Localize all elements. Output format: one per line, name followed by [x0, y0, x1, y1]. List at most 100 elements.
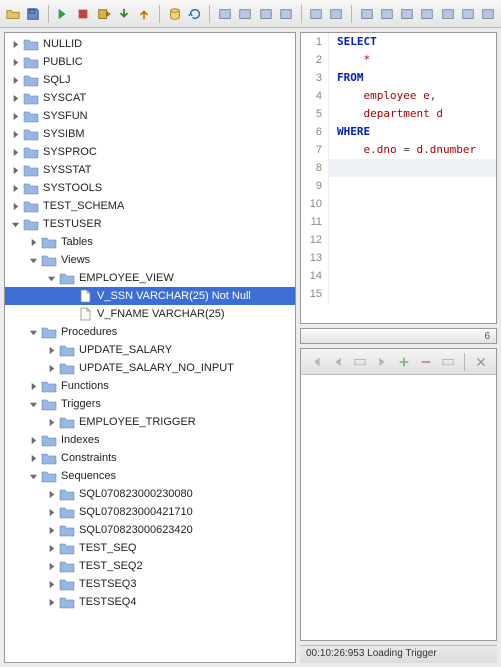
prev-icon[interactable]: [329, 353, 347, 371]
tree-item[interactable]: TESTSEQ3: [5, 575, 295, 593]
code-line[interactable]: 8: [301, 159, 496, 177]
run-in-icon[interactable]: [55, 5, 72, 23]
editor-scrollbar[interactable]: 6: [300, 328, 497, 344]
tree-item[interactable]: Indexes: [5, 431, 295, 449]
disclosure-closed-icon[interactable]: [45, 416, 57, 428]
disclosure-closed-icon[interactable]: [9, 128, 21, 140]
disclosure-closed-icon[interactable]: [45, 596, 57, 608]
disclosure-open-icon[interactable]: [45, 272, 57, 284]
code-line[interactable]: 1SELECT: [301, 33, 496, 51]
result-text-icon[interactable]: [328, 5, 345, 23]
disclosure-closed-icon[interactable]: [9, 182, 21, 194]
disclosure-closed-icon[interactable]: [27, 236, 39, 248]
code-content[interactable]: FROM: [329, 69, 364, 87]
disclosure-open-icon[interactable]: [27, 254, 39, 266]
tree-item[interactable]: Procedures: [5, 323, 295, 341]
code-line[interactable]: 15: [301, 285, 496, 303]
tree-item[interactable]: Functions: [5, 377, 295, 395]
tree-item[interactable]: SQL070823000421710: [5, 503, 295, 521]
tree-item[interactable]: TESTUSER: [5, 215, 295, 233]
code-line[interactable]: 10: [301, 195, 496, 213]
code-line[interactable]: 4 employee e,: [301, 87, 496, 105]
disclosure-closed-icon[interactable]: [45, 362, 57, 374]
layout4-icon[interactable]: [419, 5, 436, 23]
code-line[interactable]: 2 *: [301, 51, 496, 69]
code-content[interactable]: [329, 177, 337, 195]
tree-item[interactable]: Triggers: [5, 395, 295, 413]
results-grid[interactable]: [301, 375, 496, 640]
tree-item[interactable]: TEST_SEQ2: [5, 557, 295, 575]
code-line[interactable]: 11: [301, 213, 496, 231]
tree-item[interactable]: SQLJ: [5, 71, 295, 89]
code-content[interactable]: SELECT: [329, 33, 377, 51]
tree-item[interactable]: SYSFUN: [5, 107, 295, 125]
result-grid-icon[interactable]: [307, 5, 324, 23]
tree-item[interactable]: Constraints: [5, 449, 295, 467]
code-line[interactable]: 7 e.dno = d.dnumber: [301, 141, 496, 159]
tree-item[interactable]: Sequences: [5, 467, 295, 485]
layout2-icon[interactable]: [378, 5, 395, 23]
tree-item[interactable]: TEST_SEQ: [5, 539, 295, 557]
db-icon[interactable]: [166, 5, 183, 23]
tree-item[interactable]: PUBLIC: [5, 53, 295, 71]
code-content[interactable]: [329, 195, 337, 213]
code-content[interactable]: WHERE: [329, 123, 370, 141]
code-content[interactable]: [329, 285, 337, 303]
disclosure-closed-icon[interactable]: [27, 380, 39, 392]
code-content[interactable]: employee e,: [329, 87, 436, 105]
save-icon[interactable]: [24, 5, 41, 23]
disclosure-closed-icon[interactable]: [9, 200, 21, 212]
tree-item[interactable]: TESTSEQ4: [5, 593, 295, 611]
tree-item[interactable]: SYSPROC: [5, 143, 295, 161]
copy-sql-icon[interactable]: [237, 5, 254, 23]
tree-item[interactable]: UPDATE_SALARY_NO_INPUT: [5, 359, 295, 377]
disclosure-closed-icon[interactable]: [45, 578, 57, 590]
tree-item[interactable]: Views: [5, 251, 295, 269]
sort-icon[interactable]: [459, 5, 476, 23]
tree-item[interactable]: NULLID: [5, 35, 295, 53]
disclosure-closed-icon[interactable]: [45, 506, 57, 518]
disclosure-open-icon[interactable]: [27, 398, 39, 410]
sql-stop-icon[interactable]: [75, 5, 92, 23]
disclosure-closed-icon[interactable]: [9, 110, 21, 122]
code-line[interactable]: 5 department d: [301, 105, 496, 123]
tree-item[interactable]: SYSIBM: [5, 125, 295, 143]
commit-icon[interactable]: [115, 5, 132, 23]
tree-item[interactable]: V_SSN VARCHAR(25) Not Null: [5, 287, 295, 305]
code-line[interactable]: 14: [301, 267, 496, 285]
schema-tree[interactable]: NULLIDPUBLICSQLJSYSCATSYSFUNSYSIBMSYSPRO…: [4, 32, 296, 663]
disclosure-closed-icon[interactable]: [27, 452, 39, 464]
code-content[interactable]: [329, 249, 337, 267]
new-sql-icon[interactable]: [257, 5, 274, 23]
tree-item[interactable]: EMPLOYEE_VIEW: [5, 269, 295, 287]
cancel-icon[interactable]: [472, 353, 490, 371]
code-content[interactable]: [329, 159, 496, 177]
tree-item[interactable]: SYSTOOLS: [5, 179, 295, 197]
code-content[interactable]: department d: [329, 105, 443, 123]
next-icon[interactable]: [373, 353, 391, 371]
copy-row-icon[interactable]: [439, 353, 457, 371]
filter-icon[interactable]: [439, 5, 456, 23]
code-content[interactable]: *: [329, 51, 370, 69]
tree-item[interactable]: EMPLOYEE_TRIGGER: [5, 413, 295, 431]
disclosure-closed-icon[interactable]: [9, 92, 21, 104]
code-line[interactable]: 6WHERE: [301, 123, 496, 141]
folder-open-icon[interactable]: [4, 5, 21, 23]
tree-item[interactable]: UPDATE_SALARY: [5, 341, 295, 359]
code-content[interactable]: [329, 213, 337, 231]
tree-item[interactable]: TEST_SCHEMA: [5, 197, 295, 215]
disclosure-closed-icon[interactable]: [9, 164, 21, 176]
add-row-icon[interactable]: [395, 353, 413, 371]
disclosure-open-icon[interactable]: [9, 218, 21, 230]
delete-row-icon[interactable]: [417, 353, 435, 371]
disclosure-closed-icon[interactable]: [9, 74, 21, 86]
tree-item[interactable]: SQL070823000623420: [5, 521, 295, 539]
layout3-icon[interactable]: [399, 5, 416, 23]
code-content[interactable]: [329, 231, 337, 249]
disclosure-closed-icon[interactable]: [27, 434, 39, 446]
disclosure-closed-icon[interactable]: [45, 542, 57, 554]
row-icon[interactable]: [351, 353, 369, 371]
rollback-icon[interactable]: [136, 5, 153, 23]
export-icon[interactable]: [480, 5, 497, 23]
tree-item[interactable]: Tables: [5, 233, 295, 251]
